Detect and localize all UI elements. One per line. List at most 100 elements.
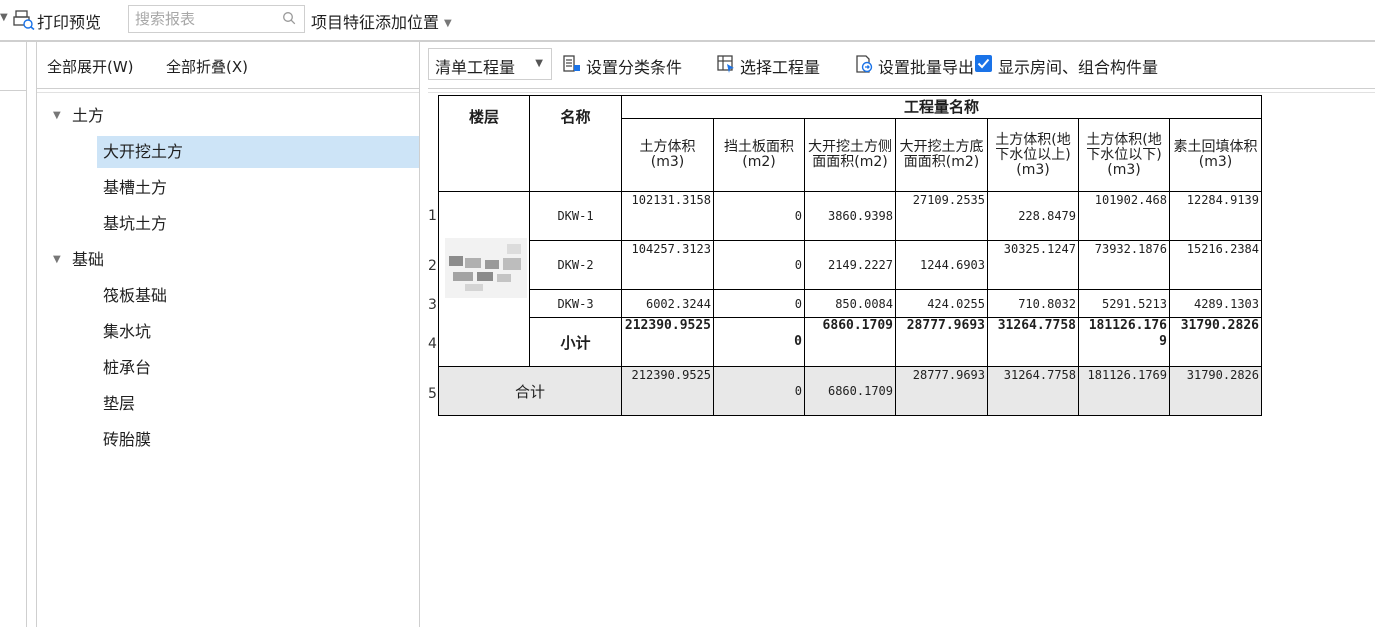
value-cell: 850.0084 [804,289,896,318]
value-cell: 0 [713,289,805,318]
column-header: 素土回填体积(m3) [1169,118,1262,192]
tree-item-label: 集水坑 [103,322,152,341]
value-cell: 6860.1709 [804,366,896,416]
tree-item-pile-cap[interactable]: 桩承台 [37,352,419,384]
value-cell: 28777.9693 [895,317,988,367]
search-input[interactable] [133,6,277,32]
export-icon [856,55,873,73]
name-cell: DKW-3 [529,289,622,318]
value-cell: 6860.1709 [804,317,896,367]
show-rooms-label[interactable]: 显示房间、组合构件量 [998,54,1158,78]
header-floor: 楼层 [438,95,530,192]
value-cell: 30325.1247 [987,240,1079,290]
feature-position-dropdown[interactable]: 项目特征添加位置 ▼ [311,9,452,33]
value-cell: 181126.1769 [1078,317,1170,367]
quantity-table: 楼层 名称 工程量名称 土方体积(m3) 挡土板面积(m2) 大开挖土方侧面面积… [438,95,1262,416]
select-quantity-label: 选择工程量 [740,58,821,77]
column-header: 大开挖土方侧面面积(m2) [804,118,896,192]
tree-item-raft-foundation[interactable]: 筏板基础 [37,280,419,312]
value-cell: 31264.7758 [987,366,1079,416]
column-header: 挡土板面积(m2) [713,118,805,192]
total-row[interactable]: 合计 212390.9525 0 6860.1709 28777.9693 31… [438,366,1262,416]
tree-item-sump-pit[interactable]: 集水坑 [37,316,419,348]
tree-item-cushion[interactable]: 垫层 [37,388,419,420]
value-cell: 31790.2826 [1169,366,1262,416]
report-grid-area: 1 2 3 4 5 楼层 名称 工程量名称 土方体积(m3) 挡土板面积(m2)… [428,92,1375,628]
tree-item-trench-earthwork[interactable]: 基槽土方 [37,172,419,204]
search-box [128,5,305,33]
value-cell: 6002.3244 [621,289,714,318]
subtotal-row[interactable]: 小计 212390.9525 0 6860.1709 28777.9693 31… [439,317,1262,367]
redacted-floor-image [445,238,527,298]
value-cell: 15216.2384 [1169,240,1262,290]
value-cell: 0 [713,240,805,290]
value-cell: 228.8479 [987,191,1079,241]
tree-item-open-excavation[interactable]: 大开挖土方 [37,136,419,168]
row-number-gutter: 1 2 3 4 5 [428,93,438,423]
category-settings-icon [563,55,580,72]
value-cell: 1244.6903 [895,240,988,290]
feature-position-label: 项目特征添加位置 [311,13,440,32]
value-cell: 101902.468 [1078,191,1170,241]
chevron-down-icon: ▼ [444,18,452,29]
value-cell: 73932.1876 [1078,240,1170,290]
value-cell: 710.8032 [987,289,1079,318]
print-preview-icon[interactable] [13,10,35,30]
tree-item-pit-earthwork[interactable]: 基坑土方 [37,208,419,240]
value-cell: 0 [713,317,805,367]
show-rooms-checkbox[interactable] [975,55,992,72]
quantity-type-value: 清单工程量 [435,58,516,77]
print-preview-button[interactable]: 打印预览 [37,9,101,33]
tree-group-foundation[interactable]: ▼ 基础 [37,244,419,276]
row-number: 2 [428,258,437,274]
left-collapsed-panel [0,42,27,627]
column-header: 土方体积(地下水位以下)(m3) [1078,118,1170,192]
category-tree-panel: 全部展开(W) 全部折叠(X) ▼ 土方 大开挖土方 基槽土方 基坑土方 ▼ 基… [36,42,420,627]
tree-group-label: 土方 [72,106,105,125]
row-number: 3 [428,297,437,313]
header-name: 名称 [529,95,622,192]
table-row[interactable]: DKW-3 6002.3244 0 850.0084 424.0255 710.… [439,289,1262,318]
expand-arrow-icon[interactable]: ▼ [53,244,61,276]
value-cell: 104257.3123 [621,240,714,290]
table-select-icon [717,55,734,73]
value-cell: 3860.9398 [804,191,896,241]
quantity-type-dropdown[interactable]: 清单工程量 ▼ [428,48,552,80]
chevron-down-icon: ▼ [535,58,543,69]
tree-item-label: 基坑土方 [103,214,168,233]
batch-export-label: 设置批量导出 [878,58,975,77]
row-number: 5 [428,386,437,402]
tree-item-label: 砖胎膜 [103,430,152,449]
value-cell: 4289.1303 [1169,289,1262,318]
value-cell: 0 [713,191,805,241]
collapse-all-button[interactable]: 全部折叠(X) [166,56,248,77]
column-header: 大开挖土方底面面积(m2) [895,118,988,192]
expand-arrow-icon[interactable]: ▼ [53,100,61,132]
tree-header: 全部展开(W) 全部折叠(X) [37,42,419,89]
value-cell: 12284.9139 [1169,191,1262,241]
value-cell: 181126.1769 [1078,366,1170,416]
value-cell: 31790.2826 [1169,317,1262,367]
column-header: 土方体积(m3) [621,118,714,192]
search-icon[interactable] [282,11,296,25]
top-toolbar: ▼ 打印预览 项目特征添加位置 ▼ [0,0,1375,40]
tree-item-label: 垫层 [103,394,136,413]
value-cell: 5291.5213 [1078,289,1170,318]
table-row[interactable]: DKW-2 104257.3123 0 2149.2227 1244.6903 … [439,240,1262,290]
tree-group-label: 基础 [72,250,105,269]
value-cell: 28777.9693 [895,366,988,416]
caret-down-icon[interactable]: ▼ [0,12,8,23]
row-number: 4 [428,336,437,352]
tree-group-earthwork[interactable]: ▼ 土方 [37,100,419,132]
expand-all-button[interactable]: 全部展开(W) [47,56,134,77]
tree-item-brick-mold[interactable]: 砖胎膜 [37,424,419,456]
name-cell: DKW-2 [529,240,622,290]
tree-body: ▼ 土方 大开挖土方 基槽土方 基坑土方 ▼ 基础 筏板基础 集水坑 桩承台 垫… [37,92,419,628]
row-number: 1 [428,208,437,224]
divider [0,90,27,91]
value-cell: 212390.9525 [621,317,714,367]
value-cell: 31264.7758 [987,317,1079,367]
checkmark-icon [977,58,990,69]
tree-item-label: 筏板基础 [103,286,168,305]
table-row[interactable]: DKW-1 102131.3158 0 3860.9398 27109.2535… [438,191,1262,367]
